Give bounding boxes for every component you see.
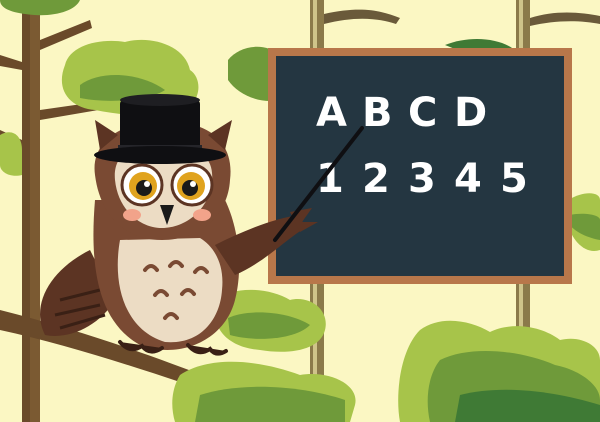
scene: ABCD 12345 bbox=[0, 0, 600, 422]
illustration: ABCD 12345 bbox=[0, 0, 600, 422]
board-number-2: 3 bbox=[408, 156, 436, 202]
board-number-3: 4 bbox=[454, 156, 482, 202]
chalkboard: ABCD 12345 bbox=[268, 48, 572, 284]
board-letter-0: A bbox=[316, 90, 347, 136]
board-letter-2: C bbox=[408, 90, 437, 136]
board-letter-1: B bbox=[362, 90, 393, 136]
board-number-4: 5 bbox=[500, 156, 528, 202]
board-letter-3: D bbox=[454, 90, 487, 136]
board-number-1: 2 bbox=[362, 156, 390, 202]
